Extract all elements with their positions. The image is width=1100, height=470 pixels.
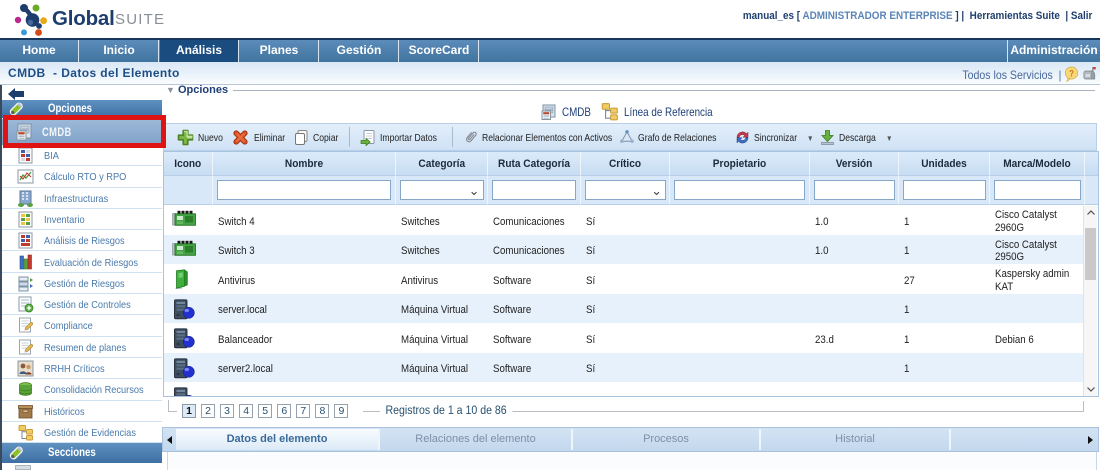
svg-text:?: ? [1069, 68, 1074, 79]
